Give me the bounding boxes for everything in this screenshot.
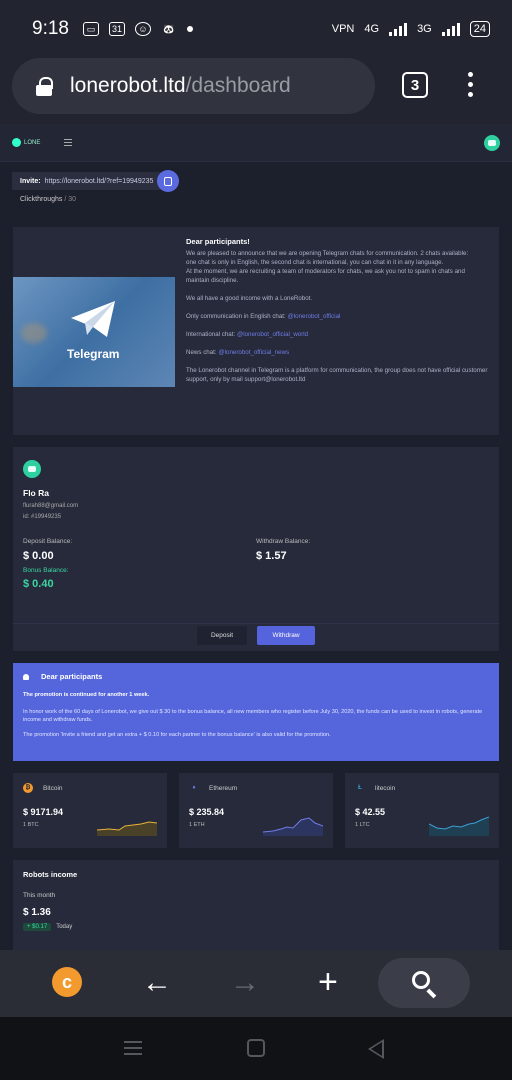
income-value: $ 1.36 [23,907,51,918]
network-4g-label: 4G [364,23,380,35]
robots-income-card: Robots income This month $ 1.36 + $0.17 T… [13,860,499,950]
url-path: /dashboard [185,74,291,97]
announcement-card: Telegram Dear participants! We are pleas… [13,227,499,435]
promo-header: Dear participants [23,673,489,681]
invite-row: Invite: https://lonerobot.ltd/?ref=199492… [12,170,512,192]
android-status-bar: 9:18 ▭ 31 ☺ 🐼 VPN 4G 3G 24 [0,0,512,58]
search-button[interactable] [378,958,470,1008]
url-host: lonerobot.ltd [70,74,186,97]
url-bar[interactable]: lonerobot.ltd/dashboard [12,58,375,114]
status-time: 9:18 [32,18,69,39]
bitcoin-card: ₿ Bitcoin $ 9171.94 1 BTC [13,773,167,848]
calendar-icon: 31 [108,22,125,36]
promo-card: Dear participants The promotion is conti… [13,663,499,761]
announcement-p4: International chat: @lonerobot_official_… [186,331,309,338]
litecoin-sparkline [429,816,489,836]
forward-arrow-icon[interactable]: → [230,968,260,998]
litecoin-icon: Ł [358,785,362,791]
ethereum-card: ♦ Ethereum $ 235.84 1 ETH [179,773,333,848]
withdraw-balance-value: $ 1.57 [256,550,287,562]
network-3g-label: 3G [417,23,432,35]
hamburger-menu-icon[interactable] [64,138,73,147]
android-nav-bar [0,1017,512,1080]
tab-count-button[interactable]: 3 [402,72,428,98]
litecoin-card: Łlitecoin $ 42.55 1 LTC [345,773,499,848]
site-top-nav: LONE [0,124,512,162]
ethereum-icon: ♦ [192,785,196,791]
deposit-balance-value: $ 0.00 [23,550,54,562]
lock-icon[interactable] [36,77,53,96]
vpn-icon: VPN [331,23,355,35]
bonus-balance-label: Bonus Balance: [23,567,69,574]
coin-cards: ₿ Bitcoin $ 9171.94 1 BTC ♦ Ethereum $ 235… [13,773,499,848]
browser-url-area: lonerobot.ltd/dashboard 3 [0,58,512,124]
signal-bars-icon-2 [441,22,460,36]
profile-name: Flo Ra [23,488,49,498]
robots-income-title: Robots income [23,870,78,879]
back-arrow-icon[interactable]: ← [142,968,172,998]
income-today-badge: + $0.17 [23,923,52,931]
bitcoin-icon: ₿ [23,783,33,793]
bonus-balance-value: $ 0.40 [23,578,54,590]
deposit-button[interactable]: Deposit [197,626,247,645]
promo-p1: In honor work of the 60 days of Lonerobo… [23,709,483,723]
profile-card: Flo Ra flurah88@gmail.com id: #19949235 … [13,447,499,651]
withdraw-button[interactable]: Withdraw [257,626,315,645]
user-avatar-icon[interactable] [484,134,500,151]
telegram-image: Telegram [13,277,175,387]
announcement-p6: The Lonerobot channel in Telegram is a p… [186,367,488,383]
announcement-p2: We all have a good income with a LoneRob… [186,295,313,302]
telegram-label: Telegram [67,347,120,361]
plus-icon[interactable]: + [318,965,338,999]
signal-bars-icon [389,22,408,36]
balances-row: Deposit Balance: $ 0.00 Bonus Balance: $… [23,538,489,590]
invite-link-box[interactable]: Invite: https://lonerobot.ltd/?ref=199492… [12,172,162,190]
recents-icon[interactable] [124,1041,142,1055]
robot-avatar-icon [23,460,41,478]
bell-icon [23,674,29,680]
profile-actions: Deposit Withdraw [13,623,499,645]
nav-back-icon[interactable] [368,1039,384,1059]
more-notifications-dot-icon [186,26,193,32]
panda-notification-icon: 🐼 [163,23,175,34]
browser-home-icon[interactable]: c [52,967,82,997]
income-today-row: + $0.17 Today [23,923,489,931]
announcement-title: Dear participants! [186,237,250,246]
profile-id: id: #19949235 [23,514,62,520]
search-icon [412,971,430,989]
ethereum-sparkline [263,817,323,836]
home-icon[interactable] [247,1039,265,1057]
logo-robot-icon [12,138,21,147]
deposit-balance-label: Deposit Balance: [23,538,73,545]
news-chat-link[interactable]: @lonerobot_official_news [218,349,289,356]
international-chat-link[interactable]: @lonerobot_official_world [237,331,308,338]
browser-bottom-toolbar: c ← → + [0,950,512,1017]
announcement-p1: We are pleased to announce that we are o… [186,250,469,284]
profile-email: flurah88@gmail.com [23,503,79,509]
copy-icon[interactable] [157,170,180,192]
promo-bold: The promotion is continued for another 1… [23,692,150,698]
promo-p2: The promotion 'Invite a friend and get a… [23,732,331,738]
income-period-label: This month [23,892,56,899]
announcement-p5: News chat: @lonerobot_official_news [186,349,290,356]
battery-icon: 24 [469,21,490,37]
menu-dots-icon[interactable] [468,72,474,97]
data-saver-icon: ▭ [82,22,99,36]
site-logo[interactable]: LONE [12,138,40,147]
emoji-notification-icon: ☺ [134,22,151,36]
web-page: LONE Invite: https://lonerobot.ltd/?ref=1… [0,124,512,950]
url-text[interactable]: lonerobot.ltd/dashboard [70,74,291,98]
withdraw-balance-label: Withdraw Balance: [256,538,311,545]
announcement-text: Dear participants! We are pleased to ann… [186,237,488,435]
bitcoin-sparkline [97,821,157,836]
telegram-plane-icon [71,301,115,337]
announcement-p3: Only communication in English chat: @lon… [186,313,341,320]
clickthroughs: Clickthroughs / 30 [20,196,77,203]
invite-url: https://lonerobot.ltd/?ref=19949235 [44,177,154,185]
english-chat-link[interactable]: @lonerobot_official [287,313,340,320]
